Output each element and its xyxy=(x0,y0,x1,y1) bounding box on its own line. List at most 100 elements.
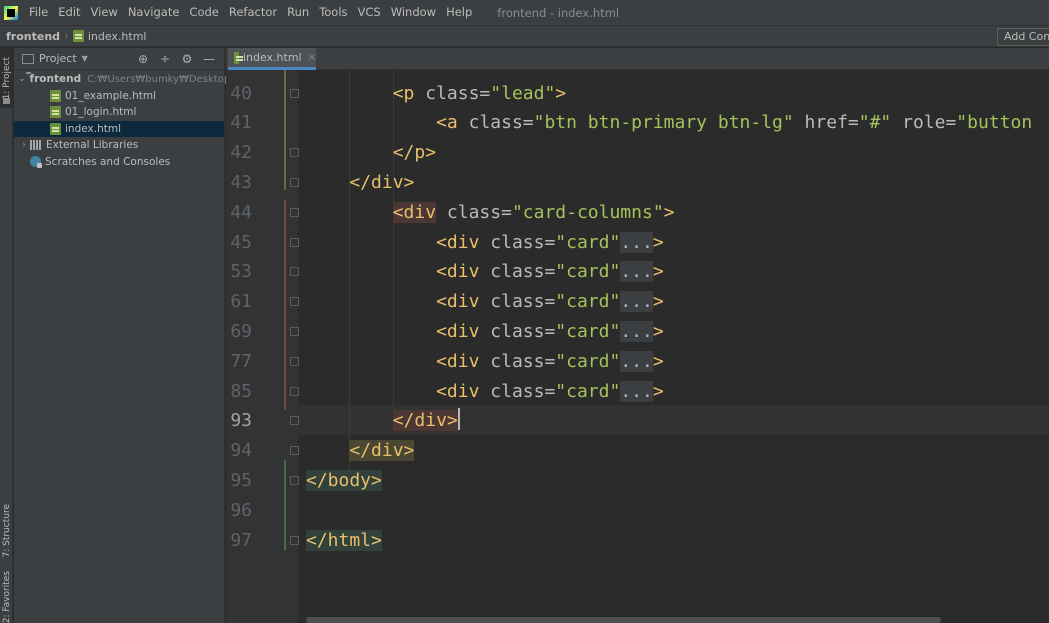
code-editor[interactable]: 40 <p class="lead"> 41 <a class="btn btn-pr… xyxy=(226,70,1049,623)
code-line[interactable]: <div class="card"...> xyxy=(436,317,664,347)
close-icon[interactable]: × xyxy=(308,52,316,63)
line-number: 93 xyxy=(230,410,252,432)
fold-toggle-icon[interactable] xyxy=(290,148,299,158)
code-line[interactable]: <a class="btn btn-primary btn-lg" href="… xyxy=(436,108,1032,138)
favorites-tool-tab[interactable]: 2: Favorites xyxy=(0,571,13,623)
menu-file[interactable]: File xyxy=(24,0,53,25)
collapse-all-icon[interactable]: ÷ xyxy=(158,52,172,66)
code-line[interactable]: <div class="card"...> xyxy=(436,257,664,287)
attr-value: "card" xyxy=(555,350,621,372)
menu-view[interactable]: View xyxy=(86,0,123,25)
tree-item-file-selected[interactable]: index.html xyxy=(14,120,224,137)
code-line[interactable]: <div class="card"...> xyxy=(436,228,664,258)
hide-panel-icon[interactable]: — xyxy=(202,52,216,66)
menu-refactor[interactable]: Refactor xyxy=(224,0,282,25)
html-file-icon xyxy=(50,106,61,119)
fold-toggle-icon[interactable] xyxy=(290,386,299,396)
fold-toggle-icon[interactable] xyxy=(290,446,299,456)
code-line[interactable]: </body> xyxy=(306,466,382,496)
menu-help[interactable]: Help xyxy=(441,0,477,25)
attr-value: "card" xyxy=(555,380,621,402)
code-line[interactable]: </div> xyxy=(349,168,414,198)
code-line[interactable]: </html> xyxy=(306,526,382,556)
fold-toggle-icon[interactable] xyxy=(290,356,299,366)
change-marker xyxy=(284,200,286,410)
line-number: 94 xyxy=(230,440,252,462)
html-file-icon xyxy=(72,30,84,42)
locate-file-icon[interactable]: ⊕ xyxy=(136,52,150,66)
line-number: 40 xyxy=(230,82,252,104)
tab-index-html[interactable]: index.html × xyxy=(228,48,316,70)
attr-value: "card" xyxy=(555,231,621,253)
navigation-bar: frontend › index.html Add Configuration.… xyxy=(0,25,1049,47)
menu-tools[interactable]: Tools xyxy=(314,0,352,25)
line-number: 42 xyxy=(230,142,252,164)
add-configuration-button[interactable]: Add Configuration... xyxy=(997,28,1049,46)
fold-toggle-icon[interactable] xyxy=(290,267,299,277)
tag-token: > xyxy=(446,410,458,432)
fold-toggle-icon[interactable] xyxy=(290,88,299,98)
tag-token: <div xyxy=(436,231,480,253)
fold-toggle-icon[interactable] xyxy=(290,475,299,485)
code-line[interactable]: <div class="card"...> xyxy=(436,347,664,377)
editor-tab-bar: index.html × xyxy=(226,48,1049,70)
tag-token: </body> xyxy=(306,469,382,491)
expand-arrow-icon[interactable]: ⌄ xyxy=(18,74,26,84)
project-tree: ⌄ frontend C:₩Users₩bumky₩Desktop₩ 01_ex… xyxy=(14,71,240,171)
code-line[interactable]: </div> xyxy=(349,436,415,466)
menu-vcs[interactable]: VCS xyxy=(353,0,386,25)
code-line[interactable]: <div class="card"...> xyxy=(436,287,664,317)
tree-item-external-libraries[interactable]: › External Libraries xyxy=(14,137,224,154)
code-line[interactable]: <div class="card"...> xyxy=(436,377,664,407)
text-caret xyxy=(457,408,460,431)
line-number: 97 xyxy=(230,529,252,551)
tag-token: <div xyxy=(436,291,480,313)
attr-value: "#" xyxy=(858,112,892,134)
indent-guide xyxy=(392,70,394,410)
fold-toggle-icon[interactable] xyxy=(290,237,299,247)
code-line[interactable]: </div> xyxy=(392,406,460,436)
gear-icon[interactable]: ⚙ xyxy=(180,52,194,66)
fold-toggle-icon[interactable] xyxy=(290,535,299,545)
project-view-selector[interactable]: Project xyxy=(39,52,77,65)
html-file-icon xyxy=(50,122,61,135)
line-number: 85 xyxy=(230,380,252,402)
panel-toolbar: ⊕ ÷ ⚙ — xyxy=(136,52,216,66)
fold-toggle-icon[interactable] xyxy=(290,177,299,187)
project-panel-header: Project ▼ ⊕ ÷ ⚙ — xyxy=(14,48,224,70)
folded-region: ... xyxy=(620,350,653,372)
tree-item-file[interactable]: 01_example.html xyxy=(14,88,224,105)
menu-code[interactable]: Code xyxy=(184,0,223,25)
menu-navigate[interactable]: Navigate xyxy=(123,0,185,25)
attr-value: "btn btn-primary btn-lg" xyxy=(533,112,794,134)
code-line[interactable]: </p> xyxy=(393,138,436,168)
folded-region: ... xyxy=(620,231,653,253)
breadcrumb-file[interactable]: index.html xyxy=(88,30,147,43)
breadcrumb-project[interactable]: frontend xyxy=(6,30,60,43)
tree-item-frontend[interactable]: ⌄ frontend C:₩Users₩bumky₩Desktop₩ xyxy=(14,71,240,88)
fold-toggle-icon[interactable] xyxy=(290,297,299,307)
menu-window[interactable]: Window xyxy=(386,0,441,25)
structure-tool-tab[interactable]: 7: Structure xyxy=(0,496,13,566)
menu-run[interactable]: Run xyxy=(282,0,314,25)
tag-token: </div> xyxy=(349,171,415,193)
indent-guide xyxy=(349,70,351,484)
horizontal-scrollbar[interactable] xyxy=(306,617,941,623)
fold-toggle-icon[interactable] xyxy=(290,416,299,426)
tag-token: <div xyxy=(436,320,480,342)
chevron-down-icon[interactable]: ▼ xyxy=(82,54,88,63)
attr-name: class= xyxy=(479,380,556,402)
code-line[interactable]: <p class="lead"> xyxy=(393,79,566,109)
tree-item-file[interactable]: 01_login.html xyxy=(14,104,224,121)
expand-arrow-icon[interactable]: › xyxy=(18,140,30,150)
code-line[interactable]: <div class="card-columns"> xyxy=(392,198,675,228)
tag-token: > xyxy=(652,380,664,402)
line-number: 77 xyxy=(230,350,252,372)
html-file-icon xyxy=(234,51,243,64)
menu-edit[interactable]: Edit xyxy=(53,0,85,25)
fold-toggle-icon[interactable] xyxy=(290,326,299,336)
tree-item-scratches[interactable]: Scratches and Consoles xyxy=(14,154,224,171)
project-tool-icon xyxy=(3,98,10,104)
attr-value: "card-columns" xyxy=(511,201,664,223)
fold-toggle-icon[interactable] xyxy=(290,207,299,217)
